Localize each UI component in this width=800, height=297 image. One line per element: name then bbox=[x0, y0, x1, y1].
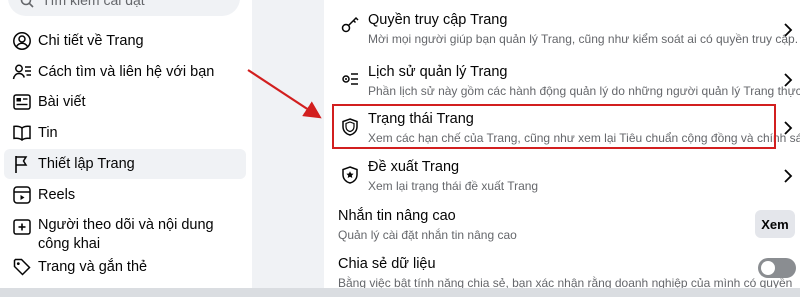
chevron-right-icon bbox=[782, 22, 794, 38]
posts-icon bbox=[12, 92, 32, 112]
row-desc: Mời mọi người giúp bạn quản lý Trang, cũ… bbox=[368, 32, 799, 46]
row-title: Quyền truy cập Trang bbox=[368, 12, 508, 28]
user-circle-icon bbox=[12, 31, 32, 51]
sidebar-item-find-contact[interactable]: Cách tìm và liên hệ với bạn bbox=[4, 57, 246, 87]
sidebar-item-label: Người theo dõi và nội dung công khai bbox=[38, 217, 214, 252]
follow-icon bbox=[12, 217, 32, 237]
search-input[interactable]: Tìm kiếm cài đặt bbox=[8, 0, 240, 16]
sidebar-item-label: Chi tiết về Trang bbox=[38, 32, 144, 49]
sidebar-item-stories[interactable]: Tin bbox=[4, 118, 246, 148]
chevron-right-icon bbox=[782, 120, 794, 136]
sidebar-item-label: Tin bbox=[38, 124, 58, 141]
star-badge-icon bbox=[340, 165, 360, 185]
sidebar: Tìm kiếm cài đặt Chi tiết về Trang Cách … bbox=[0, 0, 252, 297]
row-title: Đề xuất Trang bbox=[368, 159, 460, 175]
row-page-access[interactable]: Quyền truy cập Trang Mời mọi người giúp … bbox=[324, 0, 800, 48]
chevron-right-icon bbox=[782, 168, 794, 184]
view-messaging-button[interactable]: Xem bbox=[755, 210, 795, 238]
settings-list-icon bbox=[340, 69, 360, 89]
row-title: Nhắn tin nâng cao bbox=[338, 208, 456, 224]
row-desc: Xem lại trạng thái đề xuất Trang bbox=[368, 179, 539, 193]
highlight-box bbox=[332, 104, 776, 149]
sidebar-item-reels[interactable]: Reels bbox=[4, 180, 246, 210]
sidebar-item-label: Trang và gắn thẻ bbox=[38, 258, 148, 275]
sidebar-item-tags[interactable]: Trang và gắn thẻ bbox=[4, 252, 246, 282]
data-sharing-toggle[interactable] bbox=[758, 258, 796, 278]
key-icon bbox=[340, 14, 360, 34]
sidebar-item-posts[interactable]: Bài viết bbox=[4, 87, 246, 117]
sidebar-item-label: Cách tìm và liên hệ với bạn bbox=[38, 63, 215, 80]
toggle-knob bbox=[761, 261, 775, 275]
chevron-right-icon bbox=[782, 72, 794, 88]
horizontal-scrollbar[interactable] bbox=[0, 288, 800, 297]
sidebar-item-page-setup[interactable]: Thiết lập Trang bbox=[4, 149, 246, 179]
tag-icon bbox=[12, 257, 32, 277]
sidebar-item-label: Reels bbox=[38, 186, 76, 203]
user-contact-icon bbox=[12, 62, 32, 82]
search-placeholder: Tìm kiếm cài đặt bbox=[42, 0, 145, 8]
background-gutter bbox=[252, 0, 324, 297]
flag-icon bbox=[12, 154, 32, 174]
row-title: Lịch sử quản lý Trang bbox=[368, 64, 508, 80]
sidebar-item-page-details[interactable]: Chi tiết về Trang bbox=[4, 26, 246, 56]
reels-icon bbox=[12, 185, 32, 205]
row-advanced-messaging: Nhắn tin nâng cao Quản lý cài đặt nhắn t… bbox=[324, 200, 800, 246]
row-management-history[interactable]: Lịch sử quản lý Trang Phần lịch sử này g… bbox=[324, 56, 800, 102]
book-icon bbox=[12, 123, 32, 143]
search-icon bbox=[20, 0, 34, 8]
row-page-recommendation[interactable]: Đề xuất Trang Xem lại trạng thái đề xuất… bbox=[324, 152, 800, 198]
sidebar-item-label: Thiết lập Trang bbox=[38, 155, 135, 172]
row-desc: Phần lịch sử này gồm các hành động quản … bbox=[368, 84, 800, 98]
row-desc: Quản lý cài đặt nhắn tin nâng cao bbox=[338, 228, 517, 242]
sidebar-item-label: Bài viết bbox=[38, 93, 86, 110]
row-title: Chia sẻ dữ liệu bbox=[338, 256, 436, 272]
